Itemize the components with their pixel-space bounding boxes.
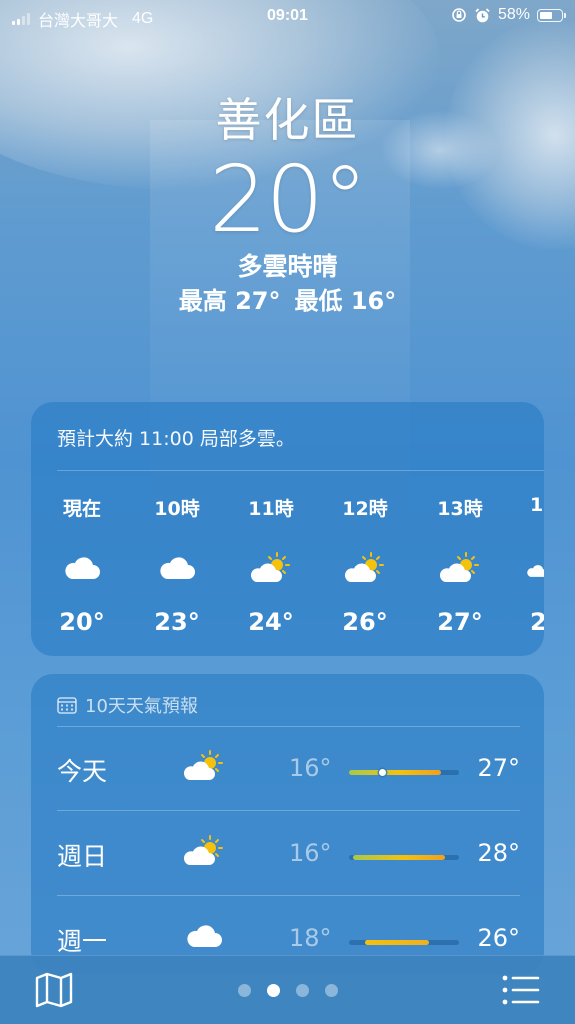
cloud-icon xyxy=(42,548,122,588)
hour-temp: 20° xyxy=(59,608,105,636)
low-temp: 18° xyxy=(289,924,332,952)
day-row: 今天 16° 27° xyxy=(57,746,520,790)
partly-sunny-icon xyxy=(325,548,405,588)
partly-sunny-icon xyxy=(181,746,227,786)
temperature-range-bar xyxy=(349,769,459,776)
hour-item: 13時 27° xyxy=(420,494,500,636)
partly-sunny-icon xyxy=(181,831,227,871)
high-low: 最高 27° 最低 16° xyxy=(0,284,575,318)
low-temp: 最低 16° xyxy=(294,287,397,315)
hour-time: 12時 xyxy=(342,498,388,520)
bottom-toolbar xyxy=(0,955,575,1024)
list-icon xyxy=(502,975,540,1005)
day-name: 週一 xyxy=(57,927,108,956)
high-temp: 26° xyxy=(477,924,520,952)
hour-time: 10時 xyxy=(154,498,200,520)
day-row: 週日 16° 28° xyxy=(57,831,520,875)
page-dot[interactable] xyxy=(295,984,309,997)
divider xyxy=(57,470,544,471)
hour-item: 12時 26° xyxy=(325,494,405,636)
partly-sunny-icon xyxy=(420,548,500,588)
page-dot[interactable] xyxy=(237,984,251,997)
hour-time: 13時 xyxy=(437,498,483,520)
battery-percent: 58% xyxy=(497,6,530,23)
location-name: 善化區 xyxy=(215,93,360,147)
page-indicator[interactable] xyxy=(0,984,575,997)
divider xyxy=(57,726,520,727)
page-dot-active[interactable] xyxy=(266,984,280,997)
battery-icon xyxy=(537,8,566,22)
high-temp: 最高 27° xyxy=(178,287,281,315)
partly-sunny-icon xyxy=(527,548,544,588)
hour-item: 現在 20° xyxy=(42,494,122,636)
low-temp: 16° xyxy=(289,754,332,782)
hour-item: 10時 23° xyxy=(137,494,217,636)
ten-day-forecast-card[interactable]: 10天天氣預報 今天 16° 27° 週日 16° 28° 週一 18° 26° xyxy=(31,674,544,974)
hour-temp: 23° xyxy=(154,608,200,636)
city-list-button[interactable] xyxy=(501,974,541,1006)
hourly-forecast-card[interactable]: 預計大約 11:00 局部多雲。 現在 20° 10時 23° 11時 24° xyxy=(31,402,544,656)
alarm-icon xyxy=(475,7,490,22)
divider xyxy=(57,810,520,811)
page-dot[interactable] xyxy=(324,984,338,997)
cloud-icon xyxy=(181,916,227,956)
high-temp: 28° xyxy=(477,839,520,867)
hour-time: 14 xyxy=(530,494,544,516)
condition-text: 多雲時晴 xyxy=(237,252,338,281)
cloud-icon xyxy=(137,548,217,588)
low-temp: 16° xyxy=(289,839,332,867)
hour-temp: 24° xyxy=(248,608,294,636)
calendar-icon xyxy=(57,697,77,714)
partly-sunny-icon xyxy=(231,548,311,588)
hourly-summary: 預計大約 11:00 局部多雲。 xyxy=(57,428,295,450)
hour-temp: 2 xyxy=(530,608,544,636)
hour-temp: 27° xyxy=(437,608,483,636)
current-temperature: 20° xyxy=(208,146,368,253)
temperature-range-bar xyxy=(349,940,459,945)
ten-day-header: 10天天氣預報 xyxy=(57,692,198,718)
current-weather: 善化區 20° 多雲時晴 最高 27° 最低 16° xyxy=(0,90,575,318)
day-row: 週一 18° 26° xyxy=(57,916,520,960)
day-name: 週日 xyxy=(57,842,108,871)
hour-temp: 26° xyxy=(342,608,388,636)
current-temp-dot xyxy=(379,769,386,776)
hour-item: 11時 24° xyxy=(231,494,311,636)
hour-item: 14 2 xyxy=(514,494,544,636)
temperature-range-bar xyxy=(349,855,459,860)
day-name: 今天 xyxy=(57,757,108,786)
hour-time: 11時 xyxy=(248,498,294,520)
high-temp: 27° xyxy=(477,754,520,782)
hour-time: 現在 xyxy=(62,498,101,520)
orientation-lock-icon xyxy=(452,8,466,22)
ten-day-title: 10天天氣預報 xyxy=(85,696,198,717)
status-bar: 台灣大哥大 4G 09:01 58% xyxy=(0,0,575,34)
divider xyxy=(57,895,520,896)
